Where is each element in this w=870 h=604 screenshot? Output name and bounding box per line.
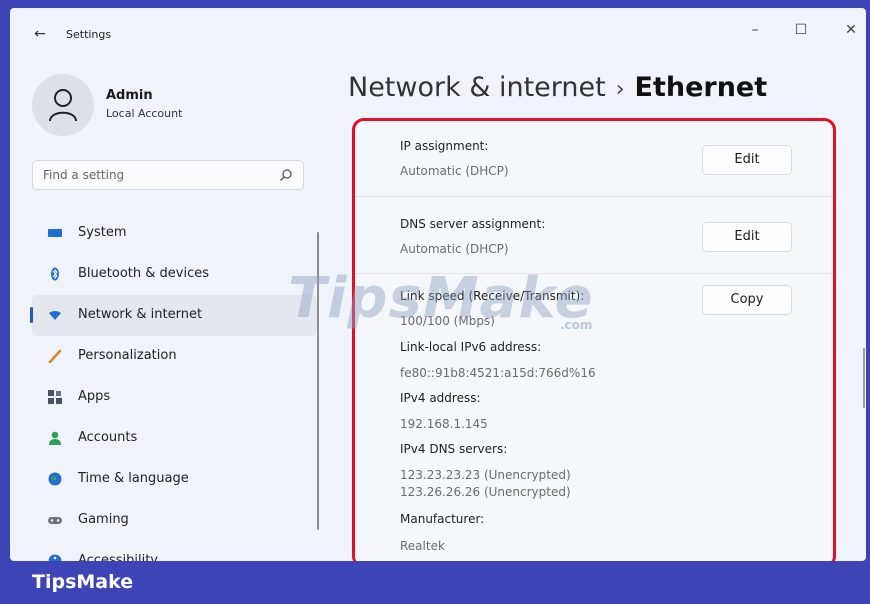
ipv4-dns-value-2: 123.26.26.26 (Unencrypted) [400,485,571,499]
minimize-icon[interactable]: – [740,20,770,40]
sidebar-item-label: Time & language [78,471,189,486]
manufacturer-label: Manufacturer: [400,512,485,526]
footer-banner: TipsMake [0,561,870,604]
ipv4-value: 192.168.1.145 [400,417,488,431]
person-icon [49,89,77,122]
dns-assignment-row: DNS server assignment: Automatic (DHCP) … [355,197,833,273]
sidebar-item-label: Accounts [78,430,138,445]
ipv6-label: Link-local IPv6 address: [400,340,542,354]
link-speed-label: Link speed (Receive/Transmit): [400,289,585,303]
search-input[interactable]: Find a setting [43,168,124,182]
globe-icon [48,472,62,486]
breadcrumb-parent[interactable]: Network & internet [348,72,606,103]
ip-assignment-row: IP assignment: Automatic (DHCP) Edit [355,121,833,196]
sidebar-item-label: System [78,225,127,240]
search-icon [280,169,292,181]
app-title: Settings [66,28,112,41]
person-icon [49,431,61,445]
sidebar-item-label: Network & internet [78,307,203,322]
sidebar-item-label: Personalization [78,348,177,363]
sidebar-item-gaming[interactable]: Gaming [32,500,317,541]
account-type: Local Account [106,107,183,120]
edit-ip-button[interactable]: Edit [702,145,792,175]
footer-brand: TipsMake [32,571,134,593]
page-title: Ethernet [634,72,768,103]
sidebar-item-bluetooth[interactable]: Bluetooth & devices [32,254,317,295]
wifi-icon [49,311,61,320]
content-scrollbar[interactable] [863,348,865,408]
sidebar-scrollbar[interactable] [317,232,319,530]
edit-dns-button[interactable]: Edit [702,222,792,252]
link-speed-value: 100/100 (Mbps) [400,314,495,328]
avatar [32,74,94,136]
title-bar: ← Settings – ☐ ✕ [10,8,866,56]
breadcrumb-separator: › [615,77,625,102]
sidebar-item-personalization[interactable]: Personalization [32,336,317,377]
apps-icon [48,390,62,404]
dns-assignment-value: Automatic (DHCP) [400,242,509,256]
ipv4-label: IPv4 address: [400,391,481,405]
copy-button[interactable]: Copy [702,285,792,315]
sidebar-item-network[interactable]: Network & internet [30,295,317,336]
breadcrumb: Network & internet › Ethernet [348,72,767,103]
active-indicator [30,307,33,323]
ipv4-dns-value-1: 123.23.23.23 (Unencrypted) [400,468,571,482]
sidebar-item-label: Accessibility [78,553,158,561]
divider [355,273,833,274]
sidebar-nav: System Bluetooth & devices Network & int… [30,213,317,561]
ip-assignment-label: IP assignment: [400,139,489,153]
dns-assignment-label: DNS server assignment: [400,217,546,231]
sidebar-item-accounts[interactable]: Accounts [32,418,317,459]
search-box[interactable]: Find a setting [32,160,304,190]
sidebar-item-label: Gaming [78,512,129,527]
sidebar-item-label: Apps [78,389,111,404]
sidebar-item-accessibility[interactable]: Accessibility [32,541,317,561]
ipv4-dns-label: IPv4 DNS servers: [400,442,508,456]
sidebar-item-label: Bluetooth & devices [78,266,209,281]
user-name: Admin [106,88,153,103]
sidebar-item-system[interactable]: System [32,213,317,254]
manufacturer-value: Realtek [400,539,445,553]
back-arrow-icon[interactable]: ← [30,24,50,44]
ip-assignment-value: Automatic (DHCP) [400,164,509,178]
sidebar-item-apps[interactable]: Apps [32,377,317,418]
display-icon [48,229,62,237]
sidebar-item-time-language[interactable]: Time & language [32,459,317,500]
ethernet-properties-card: IP assignment: Automatic (DHCP) Edit DNS… [352,118,836,568]
brush-icon [48,349,62,363]
ipv6-value: fe80::91b8:4521:a15d:766d%16 [400,366,596,380]
close-icon[interactable]: ✕ [836,20,866,40]
accessibility-icon [48,554,62,561]
bluetooth-icon [51,267,59,281]
gamepad-icon [48,517,62,524]
maximize-icon[interactable]: ☐ [786,20,816,40]
